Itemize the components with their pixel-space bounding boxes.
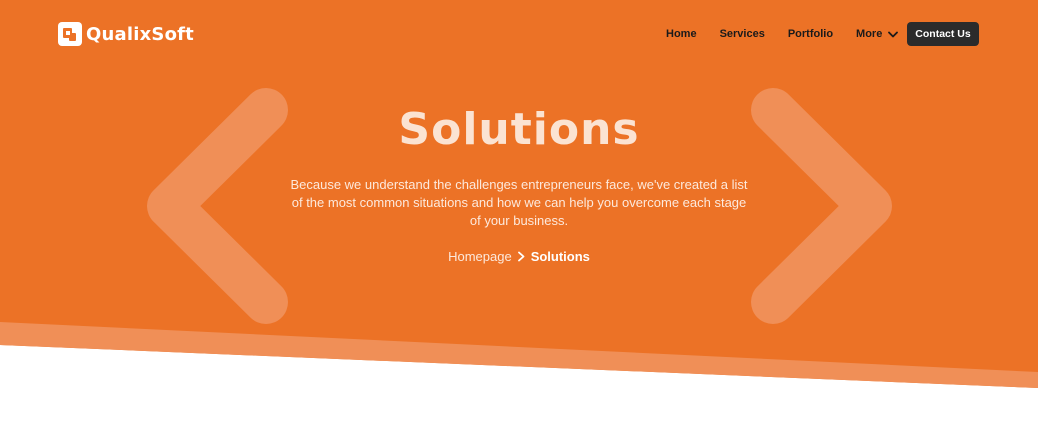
hero-section: QualixSoft Home Services Portfolio More …	[0, 0, 1038, 433]
nav-more[interactable]: More	[856, 28, 899, 40]
chevron-down-icon	[888, 31, 899, 37]
nav-services[interactable]: Services	[720, 28, 765, 40]
page-title: Solutions	[398, 104, 640, 155]
hero-description: Because we understand the challenges ent…	[290, 177, 748, 228]
chevron-right-icon	[517, 251, 525, 262]
logo[interactable]: QualixSoft	[58, 21, 194, 47]
nav-more-label: More	[856, 28, 883, 40]
nav-home[interactable]: Home	[666, 28, 697, 40]
breadcrumb-current: Solutions	[530, 249, 590, 264]
breadcrumb: Homepage Solutions	[0, 249, 1038, 264]
nav-portfolio[interactable]: Portfolio	[788, 28, 833, 40]
logo-text: QualixSoft	[86, 23, 194, 45]
main-menu: Home Services Portfolio More	[666, 22, 921, 46]
qualixsoft-logo-icon	[58, 22, 82, 46]
breadcrumb-home[interactable]: Homepage	[448, 249, 512, 264]
contact-us-button[interactable]: Contact Us	[907, 22, 979, 46]
top-navbar: QualixSoft Home Services Portfolio More …	[0, 0, 1038, 68]
